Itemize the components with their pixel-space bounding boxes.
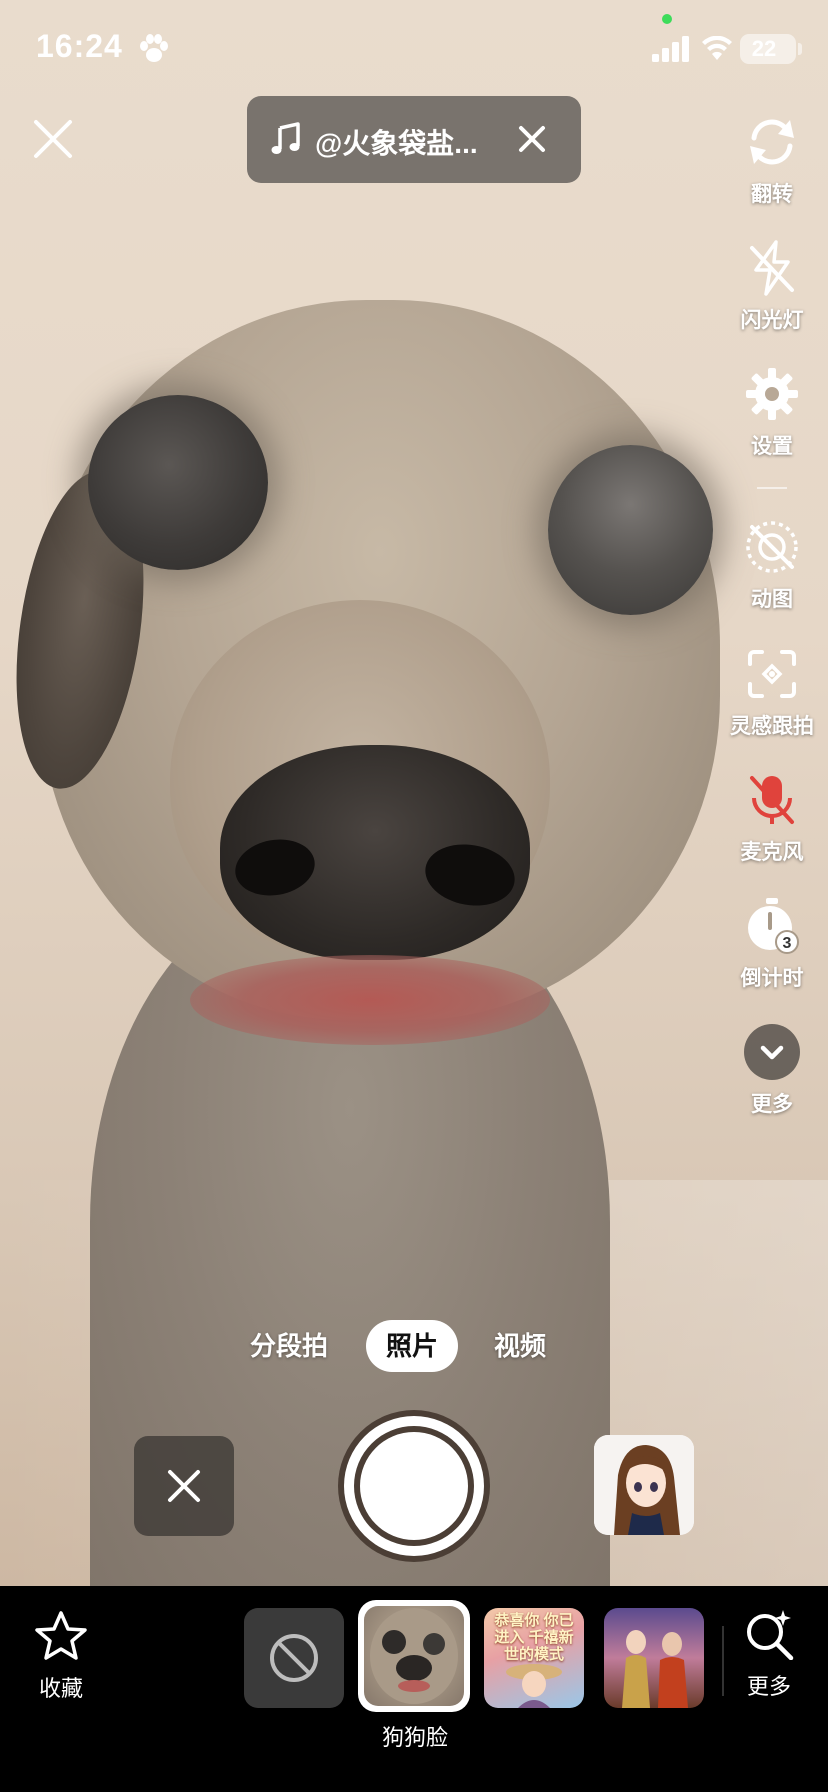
microphone-muted-icon (750, 776, 794, 824)
favorites-button[interactable]: 收藏 (26, 1610, 96, 1703)
timer-icon: 3 (748, 898, 799, 954)
discard-button[interactable] (134, 1436, 234, 1536)
remove-music-button[interactable] (515, 122, 549, 156)
close-icon (168, 1470, 200, 1502)
flip-camera-icon (750, 119, 794, 165)
effects-bar: 收藏 恭喜你 你已进入 千禧新世的模式 狗狗脸 更多 (0, 1586, 828, 1792)
battery-icon: 22 (740, 34, 796, 64)
flash-off-icon (750, 240, 794, 296)
inspiration-track-label: 灵感跟拍 (730, 715, 814, 738)
no-effect-button[interactable] (244, 1608, 344, 1708)
animated-button[interactable]: 动图 (722, 517, 822, 613)
music-title: @火象袋盐... (315, 128, 478, 159)
camera-screen: 16:24 22 @火象袋盐... 翻转 闪光灯 设置 动图 灵感跟拍 麦克风 … (0, 0, 828, 1792)
battery-tip (798, 43, 802, 55)
star-icon (35, 1611, 87, 1660)
flash-button[interactable]: 闪光灯 (722, 238, 822, 334)
music-selector[interactable]: @火象袋盐... (247, 96, 581, 183)
track-frame-icon (748, 650, 796, 698)
animated-label: 动图 (751, 588, 793, 611)
effect-lips (190, 955, 550, 1045)
microphone-label: 麦克风 (740, 841, 804, 864)
search-sparkle-icon (747, 1610, 794, 1661)
effect-dog-face-selected[interactable] (358, 1600, 470, 1712)
flip-label: 翻转 (751, 183, 793, 206)
tool-divider (757, 487, 787, 489)
shutter-core (360, 1432, 468, 1540)
girl-with-hat-icon (506, 1664, 562, 1708)
status-time: 16:24 (36, 28, 123, 64)
more-tools-button[interactable]: 更多 (722, 1022, 822, 1118)
tab-segment[interactable]: 分段拍 (250, 1320, 328, 1372)
gallery-thumbnail[interactable] (594, 1435, 694, 1535)
wifi-icon (702, 36, 732, 60)
music-note-icon (271, 122, 300, 154)
status-bar: 16:24 22 (0, 0, 828, 100)
flash-label: 闪光灯 (740, 309, 804, 332)
countdown-button[interactable]: 3 倒计时 (722, 896, 822, 992)
more-tools-label: 更多 (751, 1093, 793, 1116)
flip-camera-button[interactable]: 翻转 (722, 112, 822, 208)
settings-button[interactable]: 设置 (722, 364, 822, 460)
privacy-indicator-icon (662, 14, 672, 24)
cellular-signal-icon (652, 36, 689, 62)
anime-girl-thumbnail-icon (594, 1435, 694, 1535)
costume-couple-icon (622, 1630, 688, 1708)
dog-eye-left (88, 395, 268, 570)
gear-icon (746, 368, 798, 420)
more-effects-button[interactable]: 更多 (736, 1608, 802, 1701)
countdown-label: 倒计时 (740, 967, 804, 990)
effect-costume[interactable] (604, 1608, 704, 1708)
battery-level: 22 (751, 36, 777, 61)
animated-off-icon (746, 521, 798, 573)
more-effects-label: 更多 (746, 1674, 791, 1699)
favorites-label: 收藏 (38, 1676, 83, 1701)
effect-millennium[interactable]: 恭喜你 你已进入 千禧新世的模式 (484, 1608, 584, 1708)
effects-divider (722, 1626, 724, 1696)
no-effect-icon (270, 1634, 318, 1682)
shutter-button[interactable] (338, 1410, 490, 1562)
paw-icon (140, 34, 168, 62)
shutter-ring (344, 1416, 484, 1556)
inspiration-track-button[interactable]: 灵感跟拍 (722, 644, 822, 740)
dog-face-thumbnail-icon (370, 1608, 458, 1704)
tab-video[interactable]: 视频 (494, 1320, 546, 1372)
chevron-down-icon (744, 1024, 800, 1080)
capture-mode-tabs: 分段拍 照片 视频 (0, 1320, 828, 1376)
microphone-button[interactable]: 麦克风 (722, 770, 822, 866)
settings-label: 设置 (751, 435, 793, 458)
tab-photo[interactable]: 照片 (366, 1320, 459, 1372)
dog-face-thumbnail (364, 1606, 464, 1706)
dog-eye-right (548, 445, 713, 615)
close-camera-button[interactable] (30, 116, 76, 162)
selected-effect-label: 狗狗脸 (381, 1725, 448, 1750)
countdown-badge: 3 (783, 935, 792, 952)
shutter-gap (354, 1426, 474, 1546)
